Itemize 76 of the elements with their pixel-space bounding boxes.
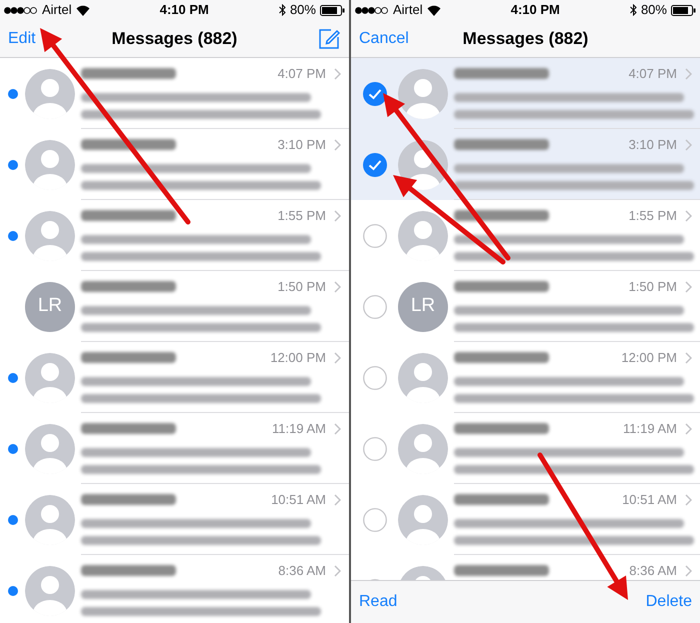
avatar-icon: [25, 424, 75, 474]
checkbox[interactable]: [362, 508, 386, 532]
checkbox[interactable]: [362, 152, 386, 176]
message-time: 3:10 PM: [278, 136, 326, 154]
clock-time: 4:10 PM: [510, 1, 560, 20]
avatar-icon: [398, 494, 448, 544]
avatar-icon: [398, 210, 448, 260]
avatar-initials: LR: [398, 282, 448, 332]
message-time: 8:36 AM: [629, 562, 677, 580]
message-time: 1:50 PM: [628, 278, 677, 296]
avatar-icon: [398, 352, 448, 402]
chevron-icon: [334, 280, 341, 293]
message-time: 3:10 PM: [628, 136, 677, 154]
cancel-button[interactable]: Cancel: [359, 26, 409, 50]
chevron-icon: [685, 564, 692, 577]
chevron-icon: [334, 68, 341, 80]
battery-percent: 80%: [640, 1, 667, 20]
chevron-icon: [685, 494, 692, 506]
chevron-icon: [334, 138, 341, 151]
bluetooth-icon: [630, 4, 637, 16]
chevron-icon: [334, 494, 341, 506]
nav-title: Messages (882): [462, 28, 588, 50]
carrier-name: Airtel: [42, 1, 72, 20]
avatar-icon: [398, 424, 448, 474]
message-time: 11:19 AM: [272, 420, 326, 438]
message-time: 8:36 AM: [278, 562, 326, 580]
read-button[interactable]: Read: [359, 590, 398, 614]
battery-icon: [320, 4, 345, 16]
chevron-icon: [334, 352, 341, 364]
chevron-icon: [685, 138, 692, 151]
message-time: 4:07 PM: [278, 65, 326, 83]
chevron-icon: [334, 422, 341, 435]
avatar-initials: LR: [25, 282, 75, 332]
bluetooth-icon: [278, 4, 286, 16]
message-row[interactable]: 3:10 PM: [351, 129, 700, 200]
carrier-name: Airtel: [393, 1, 423, 20]
battery-icon: [670, 4, 696, 16]
message-time: 4:07 PM: [628, 65, 677, 83]
clock-time: 4:10 PM: [160, 1, 209, 20]
chevron-icon: [685, 422, 692, 435]
edit-button[interactable]: Edit: [8, 26, 36, 50]
chevron-icon: [685, 210, 692, 222]
message-time: 11:19 AM: [623, 420, 677, 438]
message-time: 1:55 PM: [628, 207, 677, 225]
checkbox[interactable]: [362, 224, 386, 248]
checkbox[interactable]: [362, 366, 386, 390]
wifi-icon: [426, 4, 441, 16]
message-row[interactable]: 4:07 PM: [351, 58, 700, 129]
chevron-icon: [334, 564, 341, 577]
message-time: 10:51 AM: [271, 491, 326, 509]
checkbox[interactable]: [362, 436, 386, 460]
chevron-icon: [685, 352, 692, 364]
chevron-icon: [685, 68, 692, 80]
message-time: 12:00 PM: [270, 349, 326, 367]
avatar-icon: [25, 210, 75, 260]
message-time: 12:00 PM: [621, 349, 677, 367]
checkbox[interactable]: [362, 294, 386, 318]
avatar-icon: [25, 566, 75, 616]
chevron-icon: [334, 210, 341, 222]
signal-icon: [355, 6, 389, 14]
avatar-icon: [25, 352, 75, 402]
checkbox[interactable]: [362, 82, 386, 106]
avatar-icon: [398, 68, 448, 118]
message-time: 1:50 PM: [278, 278, 326, 296]
battery-percent: 80%: [290, 1, 316, 20]
message-time: 1:55 PM: [278, 207, 326, 225]
wifi-icon: [76, 4, 90, 16]
chevron-icon: [685, 280, 692, 293]
signal-icon: [4, 6, 38, 14]
avatar-icon: [25, 494, 75, 544]
avatar-icon: [25, 140, 75, 190]
avatar-icon: [25, 68, 75, 118]
message-time: 10:51 AM: [622, 491, 677, 509]
nav-title: Messages (882): [112, 28, 238, 50]
delete-button[interactable]: Delete: [646, 590, 692, 614]
compose-icon[interactable]: [317, 26, 341, 50]
